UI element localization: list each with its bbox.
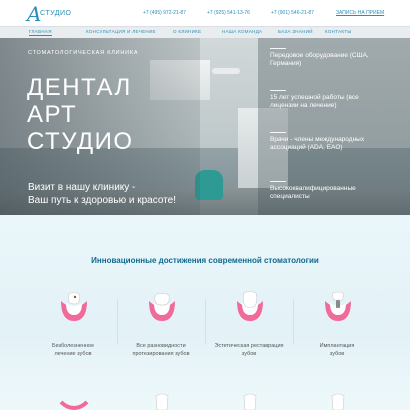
- site-header: A СТУДИО +7 (495) 972-21-87 +7 (925) 541…: [0, 0, 410, 26]
- hero-subtitle: Визит в нашу клинику - Ваш путь к здоров…: [28, 181, 176, 207]
- tooth-restoration-icon: [233, 291, 267, 325]
- nav-item-knowledge[interactable]: БАЗА ЗНАНИЙ: [278, 29, 313, 34]
- innovation-caption: Имплантация зубов: [293, 343, 381, 358]
- innovation-caption: Безболезненное лечение зубов: [29, 343, 117, 358]
- tooth-icon: [233, 390, 267, 410]
- hero-title: ДЕНТАЛ АРТ СТУДИО: [27, 74, 134, 155]
- innovation-caption: Эстетическая реставрация зубов: [205, 343, 293, 358]
- feature-divider: [270, 48, 286, 49]
- main-nav: ГЛАВНАЯ КОНСУЛЬТАЦИЯ И ЛЕЧЕНИЕ О КЛИНИКЕ…: [0, 26, 410, 38]
- tooth-icon: [321, 390, 355, 410]
- phone-2[interactable]: +7 (925) 541-13-76: [207, 10, 250, 16]
- signup-link[interactable]: ЗАПИСЬ НА ПРИЕМ: [336, 10, 384, 16]
- tooth-icon: [145, 390, 179, 410]
- nav-item-home[interactable]: ГЛАВНАЯ: [29, 29, 52, 36]
- feature-equipment: Передовое оборудование (США, Германия): [270, 52, 369, 67]
- tooth-treatment-icon: [57, 291, 91, 325]
- innovation-card-treatment[interactable]: Безболезненное лечение зубов: [29, 283, 117, 373]
- innovation-card-implant[interactable]: Имплантация зубов: [293, 283, 381, 373]
- nav-item-about[interactable]: О КЛИНИКЕ: [173, 29, 201, 34]
- hero-title-line-1: ДЕНТАЛ: [27, 74, 132, 101]
- nav-item-team[interactable]: НАША КОМАНДА: [222, 29, 262, 34]
- caption-line-1: Имплантация: [319, 343, 355, 349]
- hero-lamp-decor: [212, 68, 240, 74]
- feature-divider: [270, 90, 286, 91]
- caption-line-1: Все разновидности: [136, 343, 186, 349]
- caption-line-2: лечение зубов: [54, 350, 92, 357]
- hero-subtitle-line-2: Ваш путь к здоровью и красоте!: [28, 195, 176, 206]
- innovation-caption: Все разновидности протезирования зубов: [117, 343, 205, 358]
- innovation-card-prosthetics[interactable]: Все разновидности протезирования зубов: [117, 283, 205, 373]
- innovation-card-restoration[interactable]: Эстетическая реставрация зубов: [205, 283, 293, 373]
- logo-text: СТУДИО: [40, 10, 72, 17]
- caption-line-1: Эстетическая реставрация: [214, 343, 284, 349]
- nav-item-contacts[interactable]: КОНТАКТЫ: [325, 29, 352, 34]
- innovations-section: Инновационные достижения современной сто…: [0, 215, 410, 410]
- feature-divider: [270, 132, 286, 133]
- tooth-prosthetics-icon: [145, 291, 179, 325]
- phone-3[interactable]: +7 (901) 546-21-87: [271, 10, 314, 16]
- hero-title-line-3: СТУДИО: [27, 128, 134, 155]
- tooth-implant-icon: [321, 291, 355, 325]
- nav-item-consultation[interactable]: КОНСУЛЬТАЦИЯ И ЛЕЧЕНИЕ: [86, 29, 156, 34]
- hero-subtitle-line-1: Визит в нашу клинику -: [28, 182, 136, 193]
- hero-title-line-2: АРТ: [27, 101, 78, 128]
- tooth-icon: [57, 390, 91, 410]
- caption-line-1: Безболезненное: [51, 343, 95, 349]
- caption-line-2: протезирования зубов: [132, 350, 190, 357]
- caption-line-2: зубов: [329, 350, 345, 357]
- innovations-title: Инновационные достижения современной сто…: [91, 256, 319, 265]
- hero-banner: СТОМАТОЛОГИЧЕСКАЯ КЛИНИКА ДЕНТАЛ АРТ СТУ…: [0, 38, 410, 215]
- phone-1[interactable]: +7 (495) 972-21-87: [143, 10, 186, 16]
- feature-associations: Врачи - члены международных ассоциаций (…: [270, 136, 365, 151]
- logo[interactable]: A СТУДИО: [27, 2, 72, 26]
- feature-divider: [270, 181, 286, 182]
- feature-specialists: Высококвалифицированные специалисты: [270, 185, 356, 200]
- caption-line-2: зубов: [241, 350, 257, 357]
- clinic-label: СТОМАТОЛОГИЧЕСКАЯ КЛИНИКА: [28, 50, 139, 56]
- feature-experience: 15 лет успешной работы (все лицензии на …: [270, 94, 359, 109]
